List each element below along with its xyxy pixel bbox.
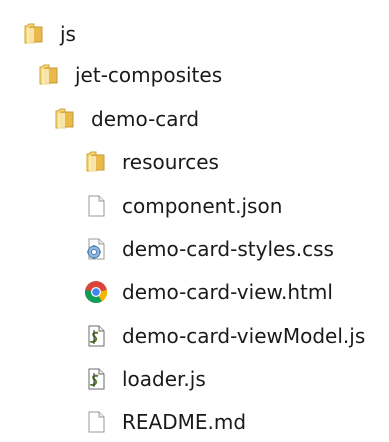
tree-item-readme-md[interactable]: README.md — [84, 402, 246, 442]
file-tree: js jet-composites demo-card resources co… — [0, 0, 389, 439]
tree-item-label: resources — [122, 150, 219, 174]
tree-item-label: loader.js — [122, 367, 206, 391]
folder-icon — [22, 22, 46, 46]
tree-item-label: component.json — [122, 194, 283, 218]
tree-item-resources-folder[interactable]: resources — [84, 142, 219, 182]
tree-item-loader-js[interactable]: loader.js — [84, 359, 206, 399]
tree-item-jet-composites-folder[interactable]: jet-composites — [37, 55, 222, 95]
js-script-icon — [84, 324, 108, 348]
tree-item-label: demo-card-styles.css — [122, 237, 334, 261]
chrome-icon — [84, 280, 108, 304]
tree-item-label: demo-card — [91, 107, 200, 131]
tree-item-label: demo-card-viewModel.js — [122, 324, 366, 348]
tree-item-js-folder[interactable]: js — [22, 14, 76, 54]
tree-item-demo-card-styles-css[interactable]: demo-card-styles.css — [84, 229, 334, 269]
js-script-icon — [84, 367, 108, 391]
tree-item-demo-card-viewmodel-js[interactable]: demo-card-viewModel.js — [84, 316, 365, 356]
tree-item-label: README.md — [122, 410, 247, 434]
tree-item-demo-card-view-html[interactable]: demo-card-view.html — [84, 272, 333, 312]
blank-file-icon — [84, 410, 108, 434]
folder-icon — [37, 63, 61, 87]
blank-file-icon — [84, 194, 108, 218]
tree-item-label: jet-composites — [75, 63, 223, 87]
folder-icon — [84, 150, 108, 174]
tree-item-demo-card-folder[interactable]: demo-card — [53, 99, 199, 139]
css-file-icon — [84, 237, 108, 261]
tree-item-label: js — [60, 22, 76, 46]
folder-icon — [53, 107, 77, 131]
tree-item-component-json[interactable]: component.json — [84, 186, 282, 226]
tree-item-label: demo-card-view.html — [122, 280, 333, 304]
